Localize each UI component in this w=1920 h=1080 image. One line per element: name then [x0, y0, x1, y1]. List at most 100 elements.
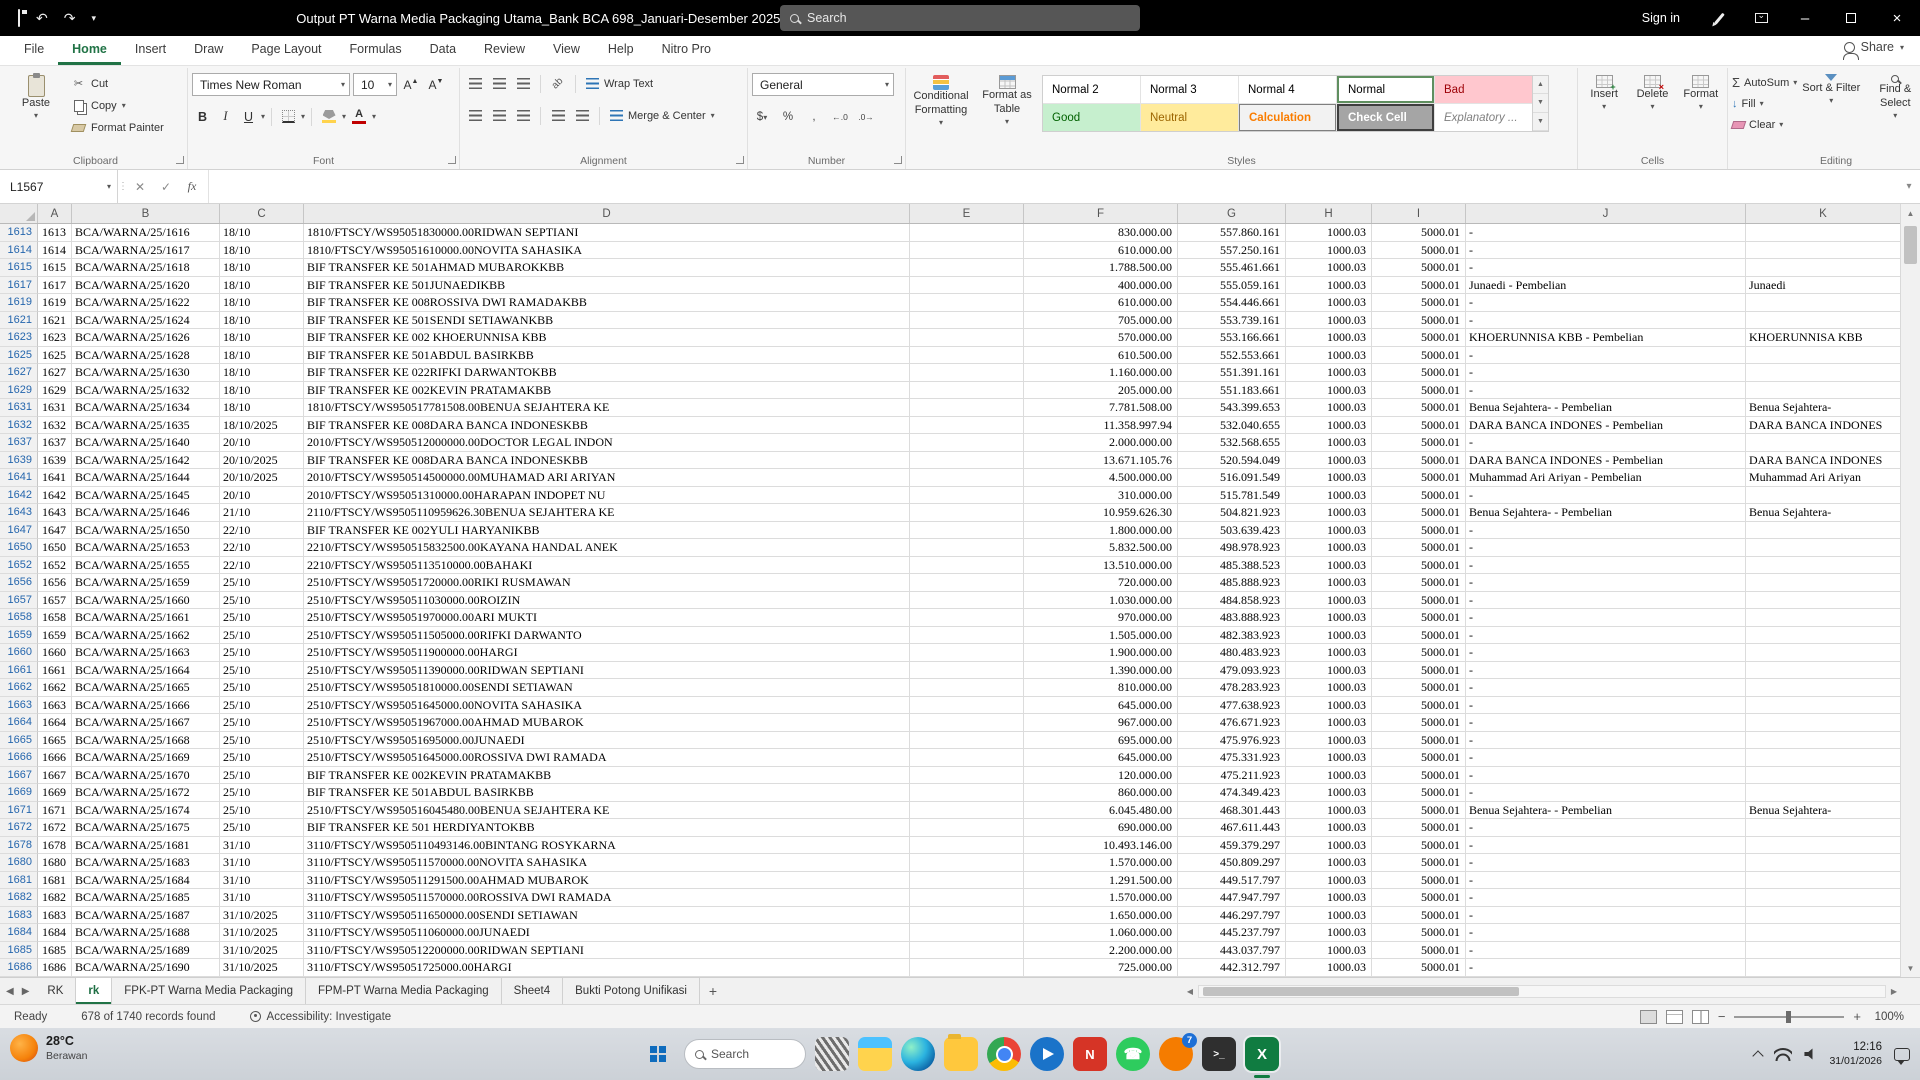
cell-i[interactable]: 5000.01 — [1372, 277, 1466, 295]
cell-e[interactable] — [910, 942, 1024, 960]
cell-g[interactable]: 467.611.443 — [1178, 819, 1286, 837]
cell-b[interactable]: BCA/WARNA/25/1683 — [72, 854, 220, 872]
sheet-tab-rk[interactable]: RK — [35, 978, 76, 1004]
file-explorer-icon[interactable] — [858, 1037, 892, 1071]
cell-f[interactable]: 610.500.00 — [1024, 347, 1178, 365]
cell-b[interactable]: BCA/WARNA/25/1670 — [72, 767, 220, 785]
cell-a[interactable]: 1685 — [38, 942, 72, 960]
cell-i[interactable]: 5000.01 — [1372, 644, 1466, 662]
cell-j[interactable]: - — [1466, 312, 1746, 330]
align-center-button[interactable] — [488, 105, 510, 126]
tab-help[interactable]: Help — [594, 36, 648, 65]
cell-c[interactable]: 31/10/2025 — [220, 942, 304, 960]
cell-j[interactable]: - — [1466, 627, 1746, 645]
cell-h[interactable]: 1000.03 — [1286, 487, 1372, 505]
cell-i[interactable]: 5000.01 — [1372, 522, 1466, 540]
cell-k[interactable] — [1746, 959, 1900, 977]
cell-j[interactable]: - — [1466, 924, 1746, 942]
row-header[interactable]: 1682 — [0, 889, 38, 907]
cell-c[interactable]: 25/10 — [220, 802, 304, 820]
row-header[interactable]: 1662 — [0, 679, 38, 697]
cell-f[interactable]: 1.800.000.00 — [1024, 522, 1178, 540]
format-as-table-button[interactable]: Format as Table ▾ — [976, 70, 1038, 127]
cell-k[interactable] — [1746, 837, 1900, 855]
titlebar-search[interactable]: Search — [780, 5, 1140, 31]
cell-j[interactable]: - — [1466, 242, 1746, 260]
cell-k[interactable] — [1746, 574, 1900, 592]
cell-i[interactable]: 5000.01 — [1372, 679, 1466, 697]
cell-e[interactable] — [910, 224, 1024, 242]
cell-a[interactable]: 1643 — [38, 504, 72, 522]
cell-f[interactable]: 310.000.00 — [1024, 487, 1178, 505]
column-header-k[interactable]: K — [1746, 204, 1900, 223]
cell-a[interactable]: 1632 — [38, 417, 72, 435]
row-header[interactable]: 1625 — [0, 347, 38, 365]
cell-i[interactable]: 5000.01 — [1372, 574, 1466, 592]
cell-b[interactable]: BCA/WARNA/25/1690 — [72, 959, 220, 977]
cell-c[interactable]: 21/10 — [220, 504, 304, 522]
cell-c[interactable]: 18/10 — [220, 399, 304, 417]
cell-k[interactable] — [1746, 294, 1900, 312]
cell-f[interactable]: 13.510.000.00 — [1024, 557, 1178, 575]
row-header[interactable]: 1627 — [0, 364, 38, 382]
cell-e[interactable] — [910, 627, 1024, 645]
cell-g[interactable]: 484.858.923 — [1178, 592, 1286, 610]
cell-h[interactable]: 1000.03 — [1286, 644, 1372, 662]
cell-j[interactable]: - — [1466, 539, 1746, 557]
tab-nitro-pro[interactable]: Nitro Pro — [648, 36, 725, 65]
row-header[interactable]: 1639 — [0, 452, 38, 470]
cell-k[interactable] — [1746, 767, 1900, 785]
cell-k[interactable]: Benua Sejahtera- — [1746, 504, 1900, 522]
cell-c[interactable]: 25/10 — [220, 592, 304, 610]
underline-button[interactable]: U — [238, 106, 259, 127]
cell-d[interactable]: 3110/FTSCY/WS950511291500.00AHMAD MUBARO… — [304, 872, 910, 890]
align-left-button[interactable] — [464, 105, 486, 126]
find-select-button[interactable]: Find & Select ▾ — [1865, 70, 1920, 121]
cell-d[interactable]: BIF TRANSFER KE 002KEVIN PRATAMAKBB — [304, 382, 910, 400]
folder-icon[interactable] — [944, 1037, 978, 1071]
cell-a[interactable]: 1672 — [38, 819, 72, 837]
cell-g[interactable]: 532.568.655 — [1178, 434, 1286, 452]
tab-draw[interactable]: Draw — [180, 36, 237, 65]
cell-e[interactable] — [910, 557, 1024, 575]
cell-b[interactable]: BCA/WARNA/25/1620 — [72, 277, 220, 295]
cell-c[interactable]: 18/10 — [220, 329, 304, 347]
cell-d[interactable]: 2210/FTSCY/WS950515832500.00KAYANA HANDA… — [304, 539, 910, 557]
style-chip-normal-2[interactable]: Normal 2 — [1043, 76, 1140, 103]
cell-e[interactable] — [910, 382, 1024, 400]
cell-f[interactable]: 10.493.146.00 — [1024, 837, 1178, 855]
cell-k[interactable] — [1746, 907, 1900, 925]
cell-k[interactable] — [1746, 679, 1900, 697]
cell-i[interactable]: 5000.01 — [1372, 819, 1466, 837]
cell-k[interactable] — [1746, 697, 1900, 715]
cell-b[interactable]: BCA/WARNA/25/1667 — [72, 714, 220, 732]
cell-f[interactable]: 695.000.00 — [1024, 732, 1178, 750]
cell-b[interactable]: BCA/WARNA/25/1632 — [72, 382, 220, 400]
cell-c[interactable]: 18/10 — [220, 347, 304, 365]
sheet-tab-rk[interactable]: rk — [76, 978, 112, 1004]
cell-d[interactable]: 2510/FTSCY/WS950516045480.00BENUA SEJAHT… — [304, 802, 910, 820]
cell-i[interactable]: 5000.01 — [1372, 347, 1466, 365]
cell-i[interactable]: 5000.01 — [1372, 417, 1466, 435]
number-dialog-launcher[interactable] — [894, 156, 902, 164]
cell-c[interactable]: 25/10 — [220, 627, 304, 645]
cell-c[interactable]: 18/10 — [220, 259, 304, 277]
cell-g[interactable]: 442.312.797 — [1178, 959, 1286, 977]
cell-d[interactable]: 2510/FTSCY/WS950511030000.00ROIZIN — [304, 592, 910, 610]
cell-b[interactable]: BCA/WARNA/25/1669 — [72, 749, 220, 767]
cell-g[interactable]: 476.671.923 — [1178, 714, 1286, 732]
cell-d[interactable]: 3110/FTSCY/WS950512200000.00RIDWAN SEPTI… — [304, 942, 910, 960]
cell-d[interactable]: 2510/FTSCY/WS95051645000.00ROSSIVA DWI R… — [304, 749, 910, 767]
accessibility-status[interactable]: Accessibility: Investigate — [250, 1011, 392, 1023]
cell-e[interactable] — [910, 889, 1024, 907]
terminal-icon[interactable] — [1202, 1037, 1236, 1071]
cell-g[interactable]: 552.553.661 — [1178, 347, 1286, 365]
cell-j[interactable]: DARA BANCA INDONES - Pembelian — [1466, 452, 1746, 470]
cell-i[interactable]: 5000.01 — [1372, 469, 1466, 487]
cell-a[interactable]: 1637 — [38, 434, 72, 452]
cell-b[interactable]: BCA/WARNA/25/1640 — [72, 434, 220, 452]
cell-g[interactable]: 475.331.923 — [1178, 749, 1286, 767]
cell-g[interactable]: 477.638.923 — [1178, 697, 1286, 715]
cell-b[interactable]: BCA/WARNA/25/1617 — [72, 242, 220, 260]
cell-e[interactable] — [910, 784, 1024, 802]
